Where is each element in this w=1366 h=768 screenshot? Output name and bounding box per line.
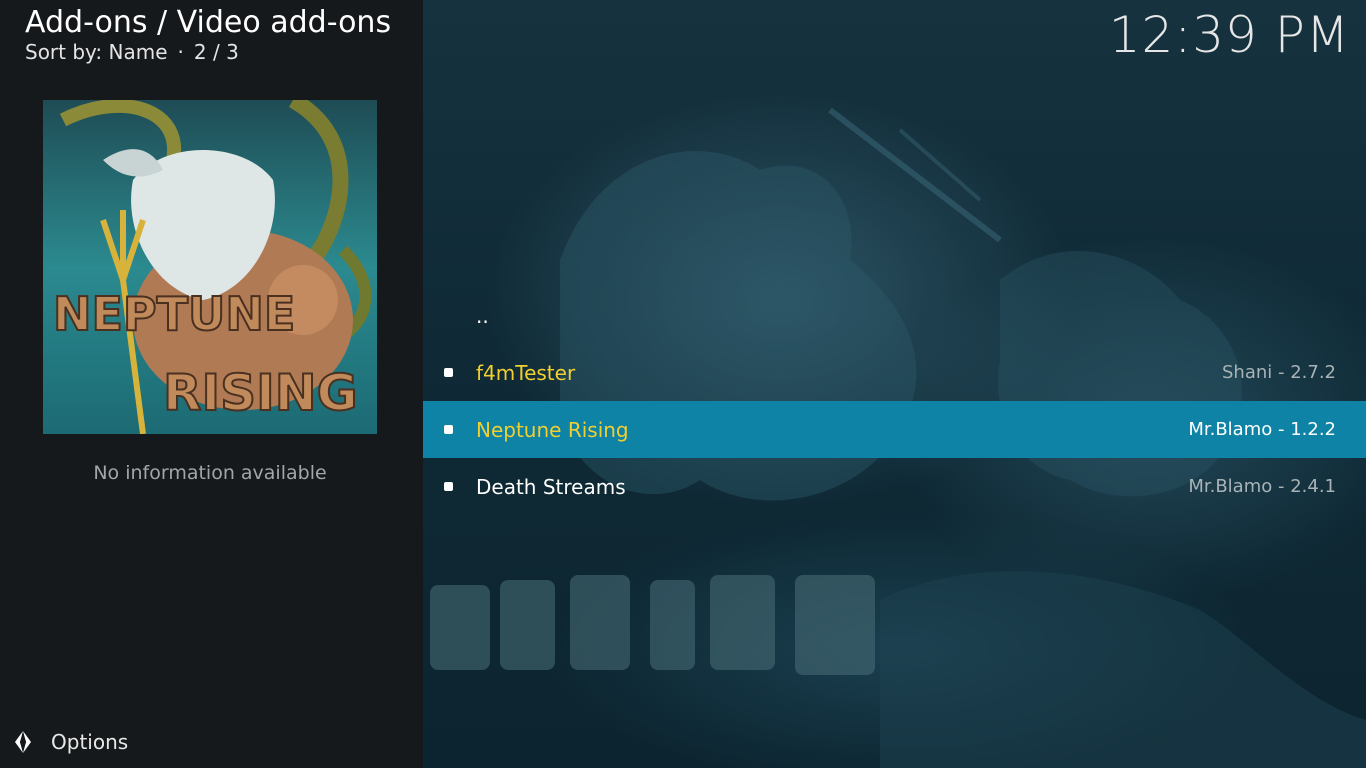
sort-label[interactable]: Sort by: Name <box>25 40 168 64</box>
info-panel: Add-ons / Video add-ons Sort by: Name · 2 … <box>0 0 423 768</box>
neptune-rising-artwork: NEPTUNE RISING <box>43 100 377 434</box>
clock: 12:39 PM <box>1108 6 1350 64</box>
page-counter: 2 / 3 <box>193 40 239 64</box>
svg-text:NEPTUNE: NEPTUNE <box>53 287 295 341</box>
addon-author-version: Shani - 2.7.2 <box>1221 362 1336 383</box>
list-item-selected[interactable]: Neptune Rising Mr.Blamo - 1.2.2 <box>423 401 1366 458</box>
list-item[interactable]: Death Streams Mr.Blamo - 2.4.1 <box>423 458 1366 515</box>
addon-name: f4mTester <box>476 360 576 385</box>
svg-text:RISING: RISING <box>163 364 358 422</box>
addon-description: No information available <box>93 462 327 484</box>
options-icon <box>10 729 36 755</box>
parent-folder-item[interactable]: .. <box>423 287 1366 344</box>
addon-name: Death Streams <box>476 474 626 499</box>
sort-info: Sort by: Name · 2 / 3 <box>25 40 239 64</box>
page-title: Add-ons / Video add-ons <box>25 5 392 40</box>
bullet-icon <box>444 425 453 434</box>
addon-author-version: Mr.Blamo - 1.2.2 <box>1188 419 1336 440</box>
addon-author-version: Mr.Blamo - 2.4.1 <box>1188 476 1336 497</box>
bullet-icon <box>444 368 453 377</box>
addon-name: Neptune Rising <box>476 417 629 442</box>
list-item[interactable]: f4mTester Shani - 2.7.2 <box>423 344 1366 401</box>
addon-list: .. f4mTester Shani - 2.7.2 Neptune Risin… <box>423 287 1366 515</box>
addon-artwork: NEPTUNE RISING <box>43 100 377 434</box>
parent-folder-label: .. <box>476 303 489 328</box>
options-label: Options <box>51 730 129 754</box>
separator: · <box>177 40 184 64</box>
bullet-icon <box>444 482 453 491</box>
options-button[interactable]: Options <box>10 728 128 756</box>
